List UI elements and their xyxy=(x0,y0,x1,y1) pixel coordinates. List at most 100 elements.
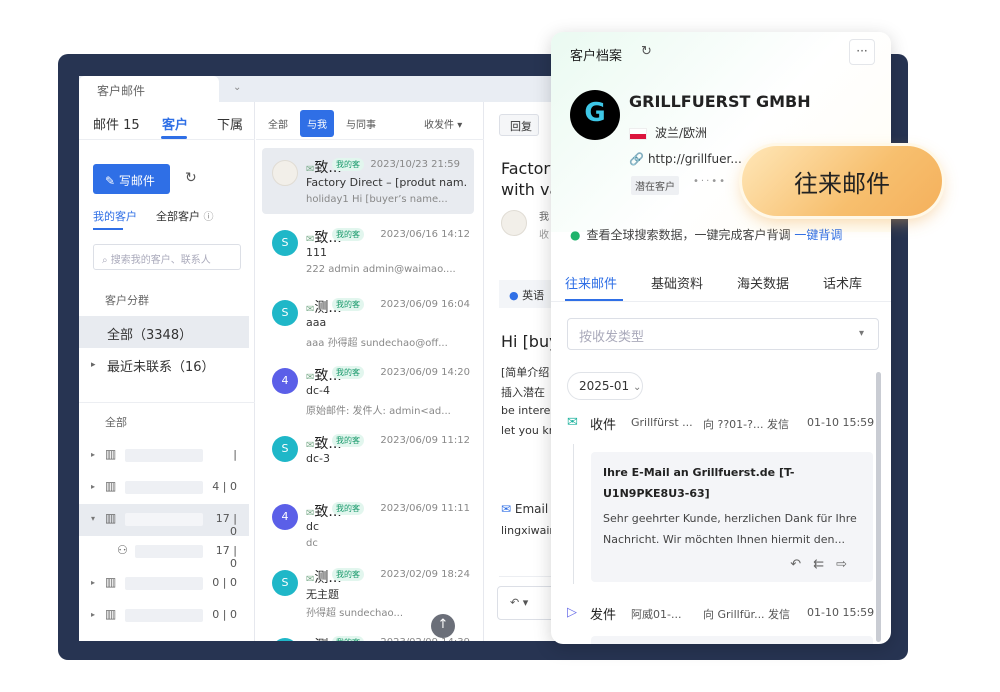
reply-button[interactable]: 回复 xyxy=(499,114,539,136)
mail-subject: 无主题 xyxy=(306,588,339,601)
more-options-button[interactable]: ··· xyxy=(849,39,875,65)
language-label: 英语 xyxy=(522,289,545,302)
company-website[interactable]: 🔗 http://grillfuer... xyxy=(629,152,742,166)
tab-with-colleagues[interactable]: 与同事 xyxy=(346,116,376,131)
tab-customer[interactable]: 客户 xyxy=(162,114,188,133)
mail-record-row[interactable]: ✉ 收件 Grillfürst ... 向 ??01-?... 发信 01-10… xyxy=(567,414,879,436)
caret-down-icon: ▾ xyxy=(457,120,463,131)
tree-row[interactable]: ▸ ▥ 0 | 0 xyxy=(79,600,249,632)
tree-count: 17 | 0 xyxy=(215,512,237,538)
customer-search-input[interactable]: ⌕ 搜索我的客户、联系人 xyxy=(93,244,241,270)
redacted-name xyxy=(125,577,203,590)
mail-type-select[interactable]: 按收发类型 ▾ xyxy=(567,318,879,350)
mail-list-item[interactable]: S ✉致... 我的客 2023/06/16 14:12 111 222 admin ad… xyxy=(256,218,484,284)
divider xyxy=(79,402,255,403)
mail-list-item[interactable]: 4 ✉致... 我的客 2023/06/09 11:11 dc dc xyxy=(256,492,484,558)
website-text: http://grillfuer... xyxy=(647,152,742,166)
chevron-down-icon[interactable]: ⌄ xyxy=(233,82,241,93)
tree-row[interactable]: ▸ ▥ 0 | 0 xyxy=(79,568,249,600)
reply-options-button[interactable]: ↶ ▾ xyxy=(497,586,557,620)
mail-preview: holiday1 Hi [buyer’s name... xyxy=(306,194,448,205)
group-item-all[interactable]: 全部（3348） xyxy=(79,316,249,348)
chevron-down-icon: ⌄ xyxy=(632,382,642,393)
timeline-line xyxy=(573,444,574,584)
mail-list-item[interactable]: ✉致... 我的客 2023/10/23 21:59 Factory Direct –… xyxy=(262,148,474,214)
company-name: GRILLFUERST GMBH xyxy=(629,92,811,111)
redacted-name xyxy=(135,545,203,558)
tab-subordinate[interactable]: 下属 xyxy=(217,114,243,133)
more-tags-icon: •··•• xyxy=(693,176,728,187)
record-date: 01-10 15:59 xyxy=(807,416,875,429)
group-item-recent[interactable]: ▸ 最近未联系（16） xyxy=(79,348,249,380)
tree-row-expanded[interactable]: ▾ ▥ 17 | 0 xyxy=(79,504,249,538)
left-panel: 邮件 15 客户 下属 ✎ 写邮件 ↻ 我的客户 全部客户 ⓘ ⌕ 搜索我的客户… xyxy=(79,102,255,641)
mail-list-item[interactable]: S ✉致... 我的客 2023/06/09 11:12 dc-3 xyxy=(256,424,484,490)
mail-subject: dc xyxy=(306,520,320,533)
mail-date: 2023/06/09 11:12 xyxy=(380,435,470,446)
write-mail-label: 写邮件 xyxy=(118,174,155,188)
scrollbar[interactable] xyxy=(876,372,881,642)
email-label: Email xyxy=(514,502,549,516)
window-tab[interactable]: 客户邮件 xyxy=(79,76,219,102)
tab-correspondence[interactable]: 往来邮件 xyxy=(565,273,617,292)
mail-subject: dc-4 xyxy=(306,384,330,397)
mail-preview: dc xyxy=(306,538,318,549)
more-icon: ··· xyxy=(856,44,868,58)
mail-body-line: [简单介绍 xyxy=(501,366,550,379)
background-check-link[interactable]: 一键背调 xyxy=(794,228,842,242)
tab-script-library[interactable]: 话术库 xyxy=(823,273,862,292)
tree-count: | xyxy=(233,448,237,461)
avatar xyxy=(272,160,298,186)
tree-count: 17 | 0 xyxy=(215,544,237,570)
tab-basic-info[interactable]: 基础资料 xyxy=(651,273,703,292)
tree-row-contact[interactable]: ⚇ 17 | 0 xyxy=(79,536,249,570)
send-receive-filter[interactable]: 收发件 ▾ xyxy=(424,116,462,131)
card-title: 客户档案 xyxy=(570,49,623,64)
refresh-icon[interactable]: ↻ xyxy=(641,44,652,59)
subtab-all-label: 全部客户 xyxy=(156,210,200,223)
write-mail-button[interactable]: ✎ 写邮件 xyxy=(93,164,170,194)
recipient-label: 收 xyxy=(539,230,549,241)
mail-date: 2023/06/09 11:11 xyxy=(380,503,470,514)
building-icon: ▥ xyxy=(105,479,117,493)
month-selector[interactable]: 2025-01 ⌄ xyxy=(567,372,643,400)
reply-icon[interactable]: ↶ xyxy=(790,557,813,572)
redacted-name xyxy=(125,513,203,526)
group-item-label: 最近未联系（16） xyxy=(107,360,215,375)
mail-date: 2023/06/16 14:12 xyxy=(380,229,470,240)
reply-all-icon[interactable]: ⇇ xyxy=(813,557,836,572)
mail-record-row[interactable]: ▷ 发件 阿威01-... 向 Grillfür... 发信 01-10 15:… xyxy=(567,604,879,626)
avatar: S xyxy=(272,436,298,462)
mail-list-item[interactable]: S ✉测... 我的客 2023/02/09 18:24 无主题 孙得超 sundecha… xyxy=(256,558,484,624)
redacted-name xyxy=(125,481,203,494)
mail-preview: 原始邮件: 发件人: admin<ad... xyxy=(306,406,451,417)
subtab-my-customers[interactable]: 我的客户 xyxy=(93,208,137,224)
email-value: lingxiwair xyxy=(501,524,554,537)
tab-mail[interactable]: 邮件 15 xyxy=(93,114,140,133)
mail-greeting: Hi [buy xyxy=(501,332,559,351)
caret-right-icon: ▸ xyxy=(91,482,96,491)
avatar: S xyxy=(272,638,298,641)
mail-list-item[interactable]: S ✉测... 我的客 2023/06/09 16:04 aaa aaa 孙得超 sund… xyxy=(256,288,484,354)
mail-body-line: 插入潜在 xyxy=(501,386,545,399)
caret-right-icon: ▸ xyxy=(91,578,96,587)
month-label: 2025-01 xyxy=(579,379,630,393)
mail-body-line: let you kn xyxy=(501,424,556,437)
tree-count: 0 | 0 xyxy=(212,576,237,589)
tree-row[interactable]: ▸ ▥ 4 | 0 xyxy=(79,472,249,504)
tab-customs-data[interactable]: 海关数据 xyxy=(737,273,789,292)
refresh-icon[interactable]: ↻ xyxy=(185,170,197,186)
tab-with-me[interactable]: 与我 xyxy=(300,110,334,137)
subtab-all-customers[interactable]: 全部客户 ⓘ xyxy=(156,208,214,224)
scroll-to-top-button[interactable]: ↑ xyxy=(431,614,455,638)
mail-list-item[interactable]: 4 ✉致... 我的客 2023/06/09 14:20 dc-4 原始邮件: 发件人: … xyxy=(256,356,484,422)
tab-all[interactable]: 全部 xyxy=(268,116,288,131)
building-icon: ▥ xyxy=(105,447,117,461)
avatar: S xyxy=(272,300,298,326)
mail-list-panel: 全部 与我 与同事 收发件 ▾ ✉致... 我的客 2023/10/23 21:59… xyxy=(256,102,484,641)
mail-preview-card[interactable]: Ihre E-Mail an Grillfuerst.de [T-U1N9PKE… xyxy=(591,452,873,582)
info-icon: ⓘ xyxy=(203,212,214,223)
mail-subject: Factory Direct – [produt nam... xyxy=(306,176,466,189)
tree-row[interactable]: ▸ ▥ | xyxy=(79,440,249,472)
forward-icon[interactable]: ⇨ xyxy=(836,557,859,572)
